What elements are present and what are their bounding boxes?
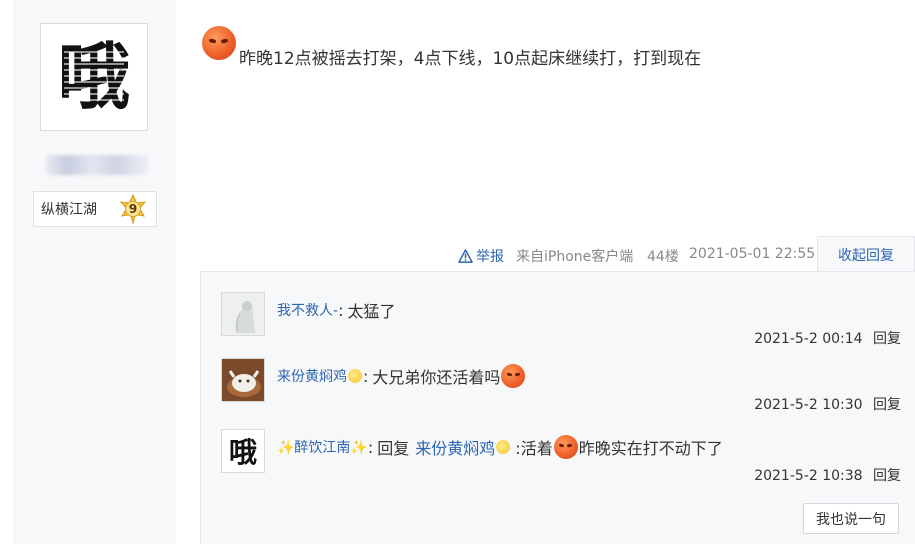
reply-content: :活着: [515, 439, 553, 458]
post-timestamp: 2021-05-01 22:55: [689, 246, 816, 262]
warning-icon: [458, 249, 473, 263]
report-label: 举报: [476, 249, 504, 265]
reply-content-tail: 昨晚实在打不动下了: [578, 439, 723, 458]
reply-avatar[interactable]: 哦: [221, 429, 265, 473]
smile-icon: [348, 369, 362, 383]
post-source: 来自iPhone客户端: [516, 249, 634, 265]
add-comment-button[interactable]: 我也说一句: [803, 503, 899, 534]
floor-number: 44楼: [647, 249, 679, 265]
angry-face-icon: [202, 26, 236, 60]
collapse-replies-button[interactable]: 收起回复: [817, 236, 915, 272]
reply-button[interactable]: 回复: [873, 468, 901, 484]
reply-username[interactable]: ✨醉饮江南✨: [277, 437, 368, 457]
reply-button[interactable]: 回复: [873, 397, 901, 413]
reply-button[interactable]: 回复: [873, 331, 901, 347]
level-number: 9: [128, 202, 138, 216]
reply-content: 大兄弟你还活着吗: [372, 368, 501, 387]
reply-time: 2021-5-2 10:38: [754, 468, 863, 484]
report-link[interactable]: 举报: [458, 246, 504, 266]
reply-item: 来份黄焖鸡 : 大兄弟你还活着吗 2021-5-2 10:30 回复: [221, 358, 911, 430]
reply-avatar[interactable]: [221, 358, 265, 402]
avatar-glyph: 哦: [228, 436, 257, 469]
angry-face-icon: [553, 435, 578, 459]
mention-link[interactable]: 来份黄焖鸡: [415, 435, 495, 459]
level-badge-icon: 9: [118, 194, 148, 224]
reply-username[interactable]: 我不救人-: [277, 300, 338, 320]
post-content: 昨晚12点被摇去打架，4点下线，10点起床继续打，打到现在: [239, 49, 702, 69]
rank-title: 纵横江湖: [41, 202, 97, 218]
smile-icon: [496, 440, 511, 454]
author-avatar[interactable]: 哦: [40, 23, 148, 131]
reply-prefix: 回复: [377, 439, 410, 458]
reply-content: 太猛了: [347, 302, 396, 321]
reply-item: 哦 ✨醉饮江南✨ : 回复 来份黄焖鸡 :活着 昨晚实在打不动下了 2021-5…: [221, 429, 911, 501]
reply-avatar[interactable]: [221, 292, 265, 336]
author-name-blurred[interactable]: [46, 155, 148, 175]
reply-username[interactable]: 来份黄焖鸡: [277, 366, 347, 386]
reply-time: 2021-5-2 00:14: [754, 331, 863, 347]
reply-item: 我不救人- : 太猛了 2021-5-2 00:14 回复: [221, 292, 911, 364]
author-rank[interactable]: 纵横江湖 9: [33, 191, 157, 227]
angry-face-icon: [501, 364, 526, 388]
reply-time: 2021-5-2 10:30: [754, 397, 863, 413]
post-meta: 举报 来自iPhone客户端 44楼 2021-05-01 22:55: [0, 242, 915, 272]
